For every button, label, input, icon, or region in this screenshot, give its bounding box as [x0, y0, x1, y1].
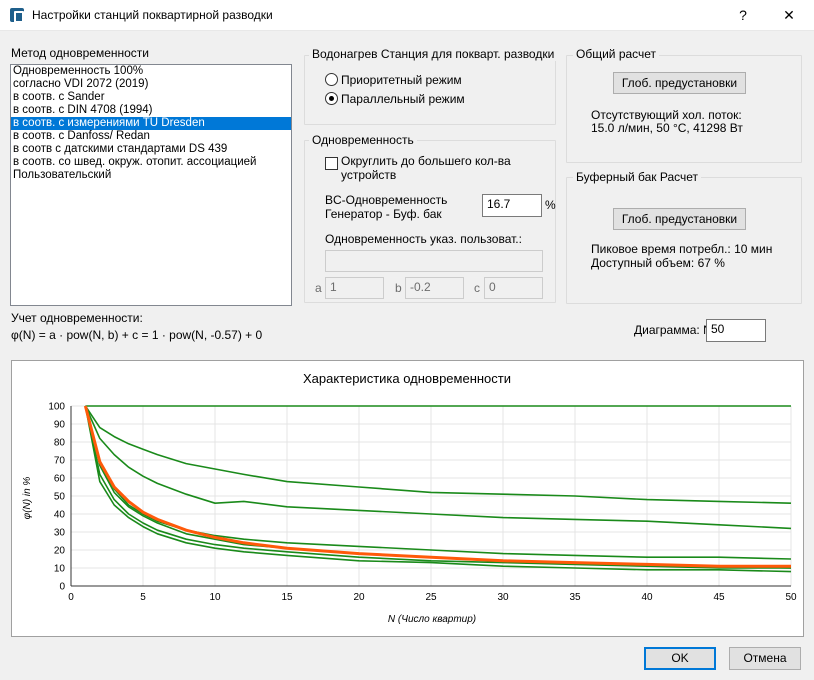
app-icon	[10, 8, 24, 23]
series-line	[84, 405, 792, 504]
y-tick-label: 50	[54, 492, 66, 503]
general-presets-button[interactable]: Глоб. предустановки	[613, 72, 746, 94]
help-button[interactable]: ?	[728, 4, 758, 26]
x-tick-label: 5	[140, 592, 146, 603]
method-item[interactable]: в соотв. с Danfoss/ Redan	[11, 130, 291, 143]
x-tick-label: 35	[569, 592, 581, 603]
y-tick-label: 30	[54, 528, 66, 539]
method-listbox[interactable]: Одновременность 100% согласно VDI 2072 (…	[10, 64, 292, 306]
y-tick-label: 0	[59, 582, 65, 593]
y-tick-label: 100	[48, 402, 65, 413]
available-volume-label: Доступный объем: 67 %	[591, 256, 725, 270]
a-label: a	[315, 281, 322, 295]
round-up-label[interactable]: Округлить до большего кол-ва устройств	[341, 154, 521, 182]
title-bar: Настройки станций поквартирной разводки …	[0, 0, 814, 31]
chart-panel: Характеристика одновременности 0 10 20 30 40…	[11, 360, 804, 637]
x-tick-label: 50	[785, 592, 797, 603]
heating-group	[304, 55, 556, 125]
x-tick-label: 10	[209, 592, 221, 603]
method-item-selected[interactable]: в соотв. с измерениями TU Dresden	[11, 117, 291, 130]
series-line	[84, 405, 792, 560]
bc-label-line2: Генератор - Буф. бак	[325, 207, 442, 221]
priority-mode-radio[interactable]	[325, 73, 338, 86]
bc-label-line1: BC-Одновременность	[325, 193, 448, 207]
ok-button[interactable]: OK	[644, 647, 716, 670]
simultaneity-chart: Характеристика одновременности 0 10 20 30 40…	[22, 371, 797, 625]
parallel-mode-label[interactable]: Параллельный режим	[341, 92, 465, 106]
method-item[interactable]: в соотв. со швед. окруж. отопит. ассоциа…	[11, 156, 291, 169]
simultaneity-group-title: Одновременность	[309, 133, 417, 147]
y-tick-label: 70	[54, 456, 66, 467]
formula-text: φ(N) = a · pow(N, b) + c = 1 · pow(N, -0…	[11, 328, 263, 342]
x-tick-label: 20	[353, 592, 365, 603]
c-label: c	[474, 281, 480, 295]
round-up-checkbox[interactable]	[325, 157, 338, 170]
y-tick-label: 90	[54, 420, 66, 431]
method-label: Метод одновременности	[11, 46, 149, 60]
y-tick-label: 60	[54, 474, 66, 485]
chart-title: Характеристика одновременности	[303, 371, 511, 386]
formula-label: Учет одновременности:	[11, 311, 143, 325]
cancel-button[interactable]: Отмена	[729, 647, 801, 670]
x-tick-label: 15	[281, 592, 293, 603]
buffer-tank-group	[566, 177, 802, 304]
series-line	[84, 405, 792, 573]
a-input[interactable]: 1	[325, 277, 384, 299]
bc-simultaneity-input[interactable]: 16.7	[482, 194, 542, 217]
c-input[interactable]: 0	[484, 277, 543, 299]
y-tick-label: 20	[54, 546, 66, 557]
priority-mode-label[interactable]: Приоритетный режим	[341, 73, 462, 87]
method-item[interactable]: в соотв с датскими стандартами DS 439	[11, 143, 291, 156]
parallel-mode-radio[interactable]	[325, 92, 338, 105]
user-simultaneity-input[interactable]	[325, 250, 543, 272]
buffer-tank-title: Буферный бак Расчет	[573, 170, 702, 184]
method-item[interactable]: Одновременность 100%	[11, 65, 291, 78]
window-title: Настройки станций поквартирной разводки	[32, 8, 273, 22]
diagram-n-label: Диаграмма: N	[634, 323, 712, 337]
missing-cold-flow-label: Отсутствующий хол. поток:	[591, 108, 742, 122]
selected-series-line	[83, 405, 791, 568]
b-input[interactable]: -0.2	[405, 277, 464, 299]
close-button[interactable]: ✕	[774, 4, 804, 26]
user-simultaneity-label: Одновременность указ. пользоват.:	[325, 232, 522, 246]
y-tick-label: 40	[54, 510, 66, 521]
x-tick-label: 40	[641, 592, 653, 603]
missing-cold-flow-value: 15.0 л/мин, 50 °С, 41298 Вт	[591, 121, 743, 135]
y-axis-label: φ(N) in %	[22, 477, 33, 520]
method-item[interactable]: в соотв. с DIN 4708 (1994)	[11, 104, 291, 117]
x-axis-label: N (Число квартир)	[388, 614, 476, 625]
method-item[interactable]: согласно VDI 2072 (2019)	[11, 78, 291, 91]
y-tick-label: 80	[54, 438, 66, 449]
heating-group-title: Водонагрев Станция для покварт. разводки	[309, 47, 558, 61]
buffer-presets-button[interactable]: Глоб. предустановки	[613, 208, 746, 230]
method-item[interactable]: Пользовательский	[11, 169, 291, 182]
b-label: b	[395, 281, 402, 295]
peak-time-label: Пиковое время потребл.: 10 мин	[591, 242, 773, 256]
method-item[interactable]: в соотв. с Sander	[11, 91, 291, 104]
y-tick-label: 10	[54, 564, 66, 575]
diagram-n-input[interactable]: 50	[706, 319, 766, 342]
x-tick-label: 0	[68, 592, 74, 603]
general-calc-title: Общий расчет	[573, 47, 660, 61]
bc-unit: %	[545, 198, 556, 212]
x-tick-label: 45	[713, 592, 725, 603]
x-tick-label: 30	[497, 592, 509, 603]
x-tick-label: 25	[425, 592, 437, 603]
